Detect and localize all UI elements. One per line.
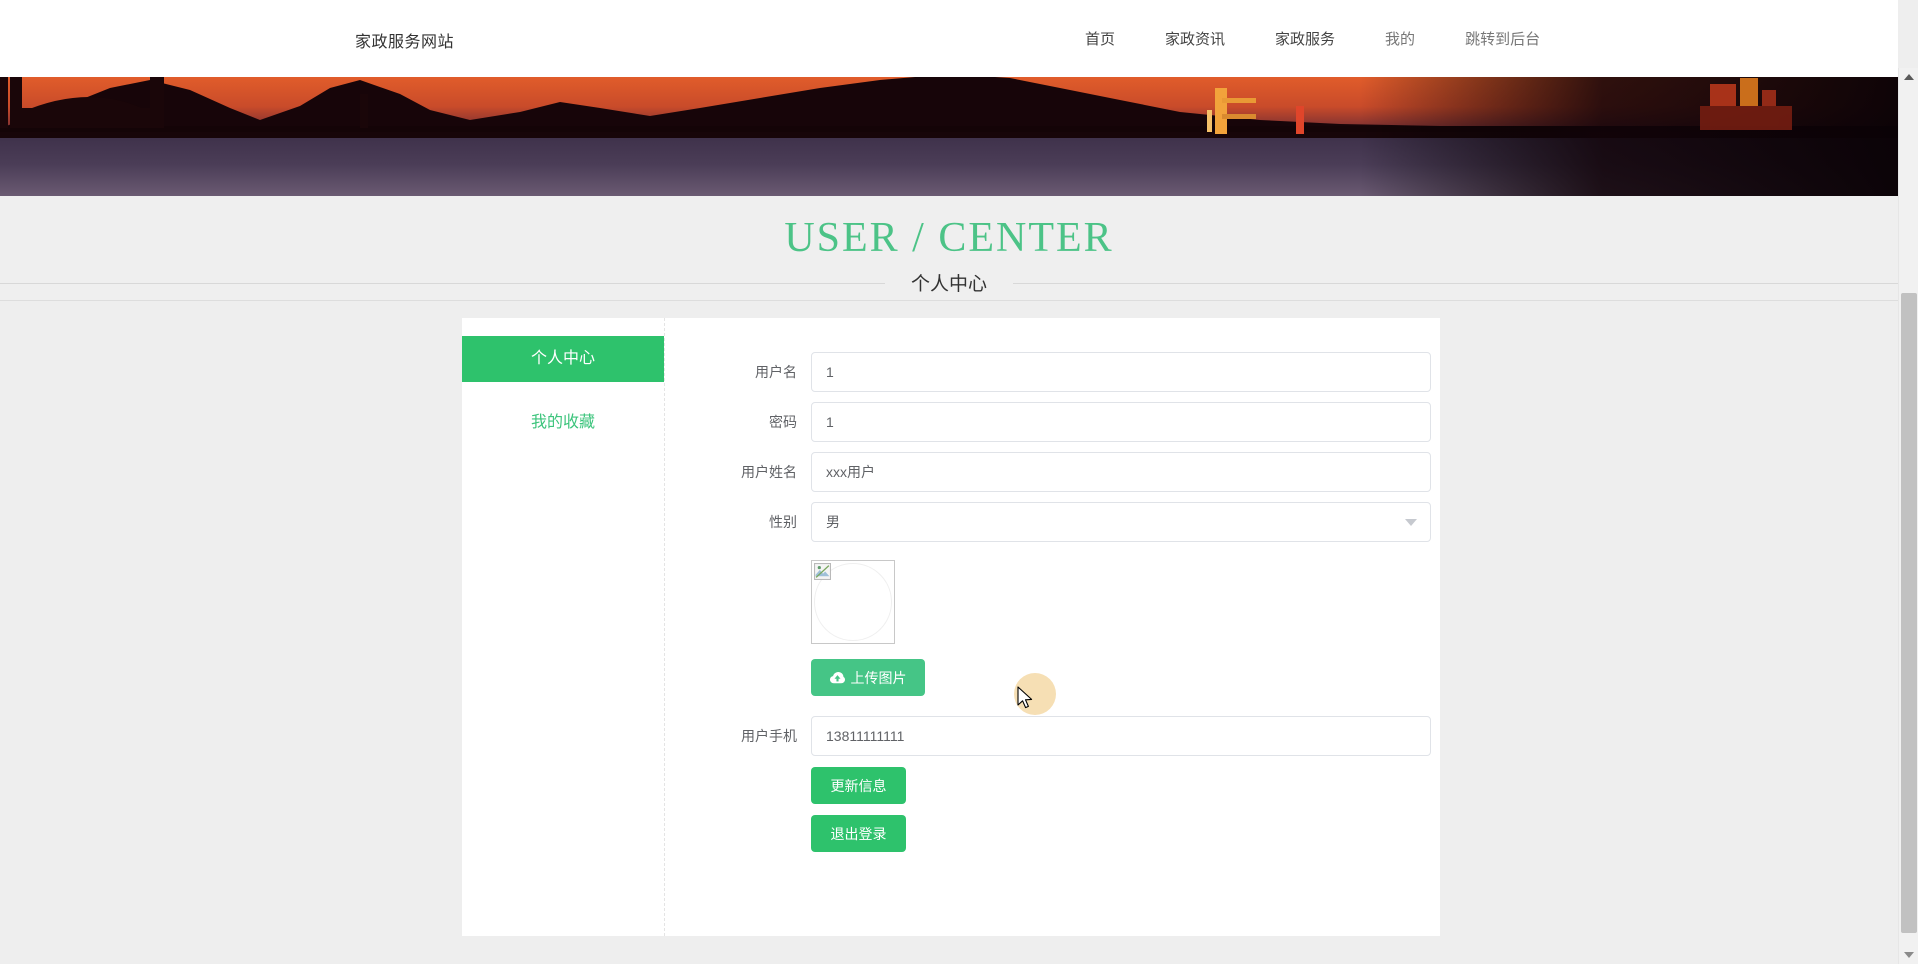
nav-item-admin[interactable]: 跳转到后台	[1465, 28, 1540, 49]
nav-item-news[interactable]: 家政资讯	[1165, 28, 1225, 49]
form-row-phone: 用户手机	[666, 716, 1440, 756]
gender-select-value[interactable]	[811, 502, 1431, 542]
user-center-sidebar: 个人中心 我的收藏	[462, 318, 665, 936]
update-info-button[interactable]: 更新信息	[811, 767, 906, 804]
triangle-up-icon	[1904, 74, 1914, 80]
fullname-label: 用户姓名	[741, 464, 797, 480]
scroll-up-arrow-icon[interactable]	[1899, 68, 1918, 86]
scroll-down-arrow-icon[interactable]	[1899, 946, 1918, 964]
page-title: USER / CENTER	[784, 215, 1114, 261]
logout-row: 退出登录	[666, 815, 1440, 852]
content-top-divider	[0, 300, 1898, 301]
page-viewport: 家政服务网站 首页 家政资讯 家政服务 我的 跳转到后台 USER / CENT…	[0, 0, 1918, 964]
update-row: 更新信息	[666, 767, 1440, 804]
hero-banner-image	[0, 68, 1898, 196]
page-subtitle: 个人中心	[884, 269, 1014, 296]
click-highlight	[1014, 673, 1056, 715]
nav-item-services[interactable]: 家政服务	[1275, 28, 1335, 49]
avatar-label-spacer	[666, 560, 811, 644]
avatar-row	[666, 560, 1440, 644]
username-input[interactable]	[811, 352, 1431, 392]
page-header-block: USER / CENTER 个人中心	[0, 196, 1898, 301]
password-label: 密码	[769, 414, 797, 430]
profile-form: 用户名 密码 用户姓名 性别	[666, 318, 1440, 852]
upload-label-spacer	[666, 659, 811, 696]
upload-image-label: 上传图片	[850, 669, 907, 686]
main-nav-links: 首页 家政资讯 家政服务 我的 跳转到后台	[1085, 28, 1540, 49]
top-navigation-bar: 家政服务网站 首页 家政资讯 家政服务 我的 跳转到后台	[0, 0, 1898, 77]
nav-item-home[interactable]: 首页	[1085, 28, 1115, 49]
triangle-down-icon	[1904, 952, 1914, 958]
phone-input[interactable]	[811, 716, 1431, 756]
sidebar-item-my-favorites[interactable]: 我的收藏	[462, 400, 664, 446]
gender-label: 性别	[769, 514, 797, 530]
user-center-panel: 个人中心 我的收藏 用户名 密码 用户姓名 性别	[462, 318, 1440, 936]
form-row-fullname: 用户姓名	[666, 452, 1440, 492]
logout-button[interactable]: 退出登录	[811, 815, 906, 852]
logout-label-spacer	[666, 815, 811, 852]
sidebar-item-user-center[interactable]: 个人中心	[462, 336, 664, 382]
broken-image-icon	[814, 563, 831, 580]
phone-label: 用户手机	[741, 728, 797, 744]
banner-artwork	[0, 68, 1898, 196]
gender-select[interactable]	[811, 502, 1431, 542]
scrollbar-thumb[interactable]	[1901, 293, 1917, 933]
site-logo-text[interactable]: 家政服务网站	[355, 28, 454, 52]
form-row-password: 密码	[666, 402, 1440, 442]
nav-item-mine[interactable]: 我的	[1385, 28, 1415, 49]
page-subtitle-wrap: 个人中心	[0, 269, 1898, 299]
vertical-scrollbar[interactable]	[1898, 68, 1918, 964]
upload-image-button[interactable]: 上传图片	[811, 659, 925, 696]
form-row-username: 用户名	[666, 352, 1440, 392]
password-input[interactable]	[811, 402, 1431, 442]
fullname-input[interactable]	[811, 452, 1431, 492]
cloud-upload-icon	[829, 671, 845, 684]
username-label: 用户名	[755, 364, 797, 380]
avatar[interactable]	[811, 560, 895, 644]
form-row-gender: 性别	[666, 502, 1440, 542]
update-label-spacer	[666, 767, 811, 804]
